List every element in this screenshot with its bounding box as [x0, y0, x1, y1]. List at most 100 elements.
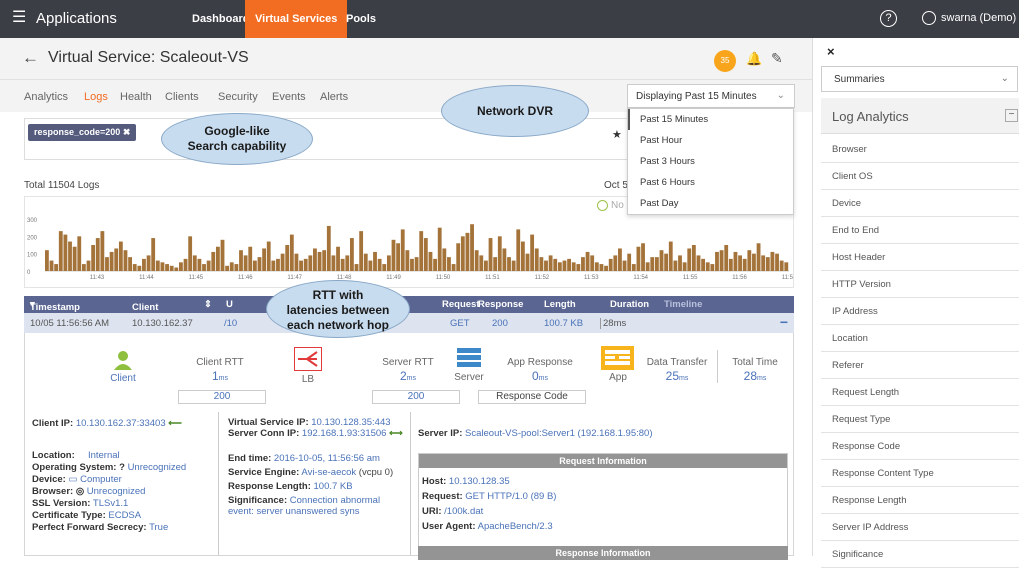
analytics-item-device[interactable]: Device: [821, 190, 1019, 217]
callout-network-dvr: Network DVR: [441, 85, 589, 137]
back-arrow-icon[interactable]: ←: [22, 48, 39, 68]
histogram-bar: [618, 248, 622, 271]
histogram-bar: [752, 253, 756, 271]
service-engine-value[interactable]: Avi-se-aecok: [301, 467, 356, 478]
analytics-item-referer[interactable]: Referer: [821, 352, 1019, 379]
histogram-bar: [534, 248, 539, 271]
histogram-bar: [239, 250, 243, 271]
server-conn-ip-line: Server Conn IP: 192.168.1.93:31506 ⟷: [228, 428, 403, 439]
no-toggle[interactable]: No: [597, 200, 624, 211]
x-tick-label: 11:43: [90, 275, 105, 281]
tab-analytics[interactable]: Analytics: [24, 91, 68, 103]
table-row[interactable]: 10/05 11:56:56 AM 10.130.162.37 /10 GET …: [24, 313, 794, 333]
histogram-bar: [294, 253, 299, 271]
sort-icon[interactable]: ⇕: [204, 299, 212, 310]
col-response[interactable]: Response: [478, 299, 523, 310]
analytics-item-server-ip-address[interactable]: Server IP Address: [821, 514, 1019, 541]
time-option-day[interactable]: Past Day: [628, 193, 793, 214]
histogram-bar: [410, 258, 414, 271]
analytics-item-significance[interactable]: Significance: [821, 541, 1019, 568]
analytics-item-request-length[interactable]: Request Length: [821, 379, 1019, 406]
analytics-item-end-to-end[interactable]: End to End: [821, 217, 1019, 244]
col-uri[interactable]: U: [226, 299, 233, 310]
tab-logs[interactable]: Logs: [84, 91, 108, 103]
arrow-icon: ⟵: [168, 418, 182, 429]
histogram-bar: [400, 229, 405, 271]
col-timeline[interactable]: Timeline: [664, 299, 702, 310]
collapse-icon[interactable]: −: [1005, 109, 1018, 122]
vs-ip-label: Virtual Service IP:: [228, 417, 309, 428]
x-tick-label: 11:57: [782, 275, 794, 281]
histogram-bar: [188, 236, 193, 271]
callout-rtt: RTT with latencies between each network ho…: [266, 280, 410, 338]
histogram-bar: [654, 257, 659, 271]
col-length[interactable]: Length: [544, 299, 576, 310]
histogram-bar: [562, 260, 567, 271]
histogram-bar: [576, 264, 581, 271]
data-transfer-value: 25ms: [642, 369, 712, 383]
x-tick-label: 11:55: [683, 275, 698, 281]
time-option-3hours[interactable]: Past 3 Hours: [628, 151, 793, 172]
page-title: Virtual Service: Scaleout-VS: [48, 49, 249, 66]
tab-clients[interactable]: Clients: [165, 91, 199, 103]
histogram-bar: [447, 257, 451, 271]
tab-alerts[interactable]: Alerts: [320, 91, 348, 103]
histogram-bar: [442, 248, 447, 271]
analytics-item-response-length[interactable]: Response Length: [821, 487, 1019, 514]
nav-tab-pools[interactable]: Pools: [336, 0, 386, 38]
histogram-bar: [668, 241, 673, 271]
data-transfer-label: Data Transfer: [646, 357, 708, 368]
help-icon[interactable]: ?: [880, 10, 897, 27]
time-option-15min[interactable]: Past 15 Minutes: [628, 109, 793, 130]
col-duration[interactable]: Duration: [610, 299, 649, 310]
analytics-item-browser[interactable]: Browser: [821, 136, 1019, 163]
vs-ip-line: Virtual Service IP: 10.130.128.35:443: [228, 417, 391, 428]
tab-health[interactable]: Health: [120, 91, 152, 103]
collapse-row-icon[interactable]: −: [780, 314, 788, 330]
analytics-item-ip-address[interactable]: IP Address: [821, 298, 1019, 325]
close-icon[interactable]: ×: [827, 44, 835, 59]
histogram-bar: [423, 238, 428, 271]
analytics-item-location[interactable]: Location: [821, 325, 1019, 352]
close-icon[interactable]: ✖: [123, 127, 131, 137]
analytics-item-request-type[interactable]: Request Type: [821, 406, 1019, 433]
analytics-item-client-os[interactable]: Client OS: [821, 163, 1019, 190]
tab-events[interactable]: Events: [272, 91, 306, 103]
histogram-bar: [465, 232, 470, 271]
summaries-select[interactable]: Summaries ⌄: [821, 66, 1018, 92]
hamburger-icon[interactable]: ☰: [12, 10, 26, 26]
star-icon[interactable]: ★: [612, 128, 622, 141]
response-information-header[interactable]: Response Information: [418, 546, 788, 560]
cell-timestamp: 10/05 11:56:56 AM: [30, 318, 110, 329]
user-name: swarna (Demo): [941, 11, 1017, 24]
edit-pencil-icon[interactable]: ✎: [771, 50, 783, 67]
analytics-item-response-content-type[interactable]: Response Content Type: [821, 460, 1019, 487]
time-option-hour[interactable]: Past Hour: [628, 130, 793, 151]
time-option-6hours[interactable]: Past 6 Hours: [628, 172, 793, 193]
col-request[interactable]: Request: [442, 299, 479, 310]
histogram-bar: [132, 264, 137, 271]
histogram-bar: [641, 243, 645, 271]
alert-count-badge[interactable]: 35: [714, 50, 736, 72]
analytics-item-http-version[interactable]: HTTP Version: [821, 271, 1019, 298]
time-range-select[interactable]: Displaying Past 15 Minutes ⌄: [627, 84, 795, 108]
histogram-bar: [146, 255, 151, 271]
histogram-bar: [484, 260, 488, 271]
search-filter-chip[interactable]: response_code=200 ✖: [28, 124, 137, 141]
no-toggle-label: No: [611, 200, 624, 212]
nav-tab-virtual-services[interactable]: Virtual Services: [245, 0, 348, 38]
user-menu[interactable]: swarna (Demo): [922, 11, 1016, 25]
user-agent-value: ApacheBench/2.3: [477, 521, 553, 532]
analytics-item-response-code[interactable]: Response Code: [821, 433, 1019, 460]
total-time-number: 28: [743, 369, 757, 383]
tab-security[interactable]: Security: [218, 91, 258, 103]
bell-icon[interactable]: 🔔: [746, 51, 762, 67]
analytics-item-host-header[interactable]: Host Header: [821, 244, 1019, 271]
col-timestamp[interactable]: Timestamp ▾: [30, 299, 80, 313]
histogram-bar: [183, 258, 188, 271]
histogram-bar: [100, 231, 105, 271]
histogram-bar: [433, 258, 437, 271]
app-title[interactable]: Applications: [36, 10, 117, 28]
server-ip-value: Scaleout-VS-pool:Server1 (192.168.1.95:8…: [465, 428, 653, 439]
host-value: 10.130.128.35: [448, 476, 510, 487]
